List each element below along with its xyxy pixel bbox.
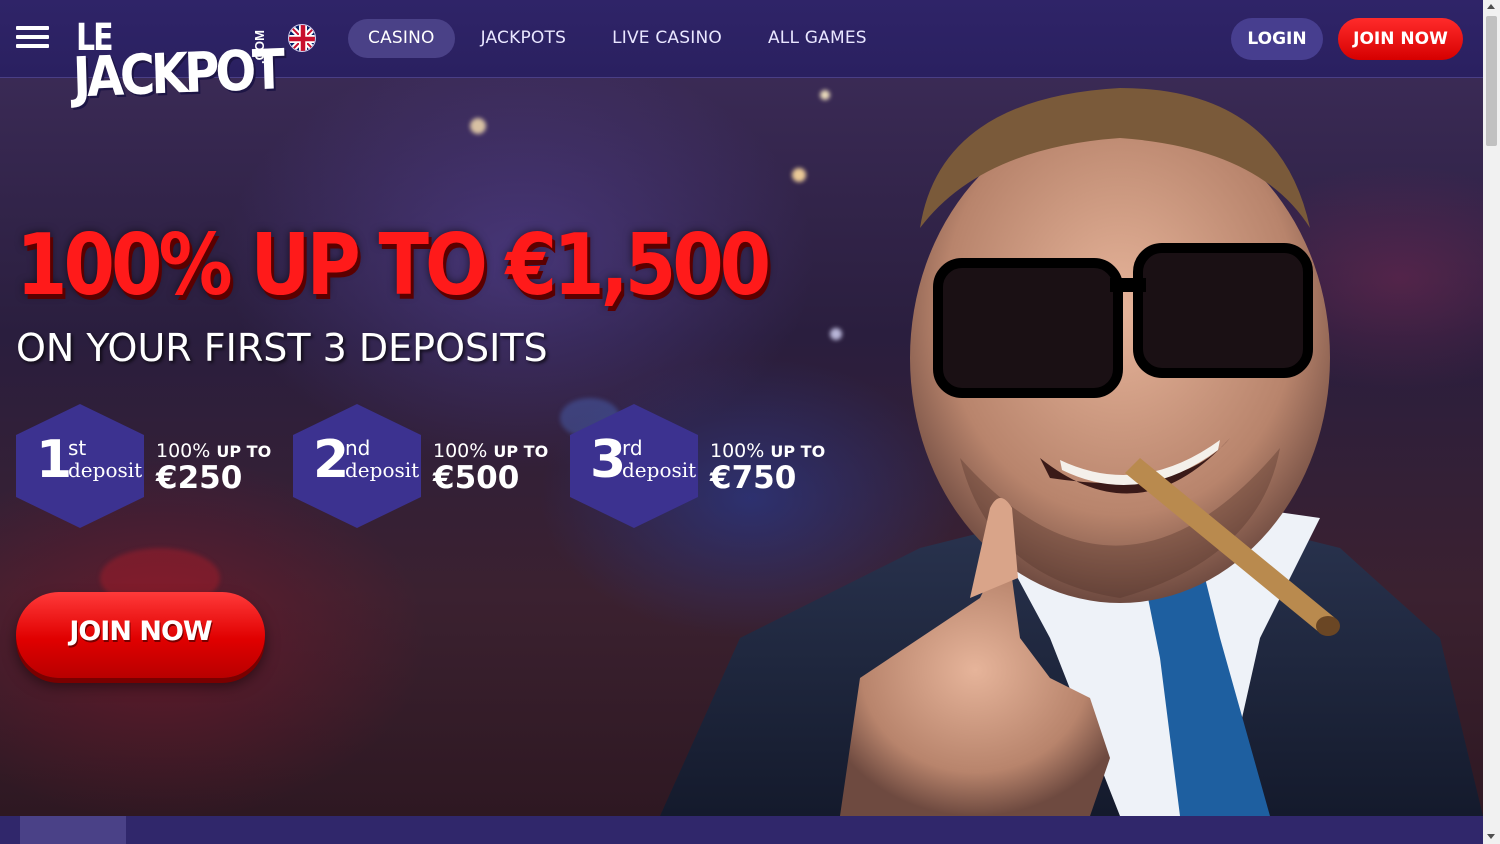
page-scrollbar[interactable] [1483, 0, 1500, 844]
login-button[interactable]: LOGIN [1231, 18, 1323, 60]
deposit-number: 3 [590, 430, 627, 490]
deposit-percent: 100% [156, 440, 211, 462]
deposit-suffix: nd [345, 436, 371, 460]
logo-line2: JACKPOT [72, 37, 282, 111]
main-nav: CASINO JACKPOTS LIVE CASINO ALL GAMES [348, 19, 893, 58]
deposit-offer-3: 3 rd deposit 100% UP TO €750 [570, 404, 840, 528]
deposit-offer-1: 1 st deposit 100% UP TO €250 [16, 404, 286, 528]
deposit-suffix: rd [622, 436, 643, 460]
deposit-upto: UP TO [770, 442, 826, 461]
nav-jackpots[interactable]: JACKPOTS [461, 19, 586, 58]
deposit-percent: 100% [433, 440, 488, 462]
deposit-label: deposit [345, 458, 420, 482]
scroll-thumb[interactable] [1486, 16, 1497, 146]
join-now-header-button[interactable]: JOIN NOW [1338, 18, 1463, 60]
deposit-percent-line: 100% UP TO [433, 440, 548, 462]
deposit-offer-2: 2 nd deposit 100% UP TO €500 [293, 404, 563, 528]
scroll-up-arrow-icon[interactable] [1487, 4, 1495, 9]
bottom-tab-active[interactable] [20, 816, 126, 844]
site-header: LE JACKPOT .COM CASINO JACKPOTS LIVE CAS… [0, 0, 1483, 110]
deposit-upto: UP TO [216, 442, 272, 461]
nav-live-casino[interactable]: LIVE CASINO [592, 19, 742, 58]
site-logo[interactable]: LE JACKPOT .COM [72, 16, 282, 110]
hero-banner: 100% UP TO €1,500 ON YOUR FIRST 3 DEPOSI… [0, 78, 1483, 816]
deposit-amount: €250 [156, 460, 243, 496]
deposit-amount: €750 [710, 460, 797, 496]
bottom-nav-strip [0, 816, 1483, 844]
deposit-number: 2 [313, 430, 350, 490]
join-now-hero-button[interactable]: JOIN NOW [16, 592, 265, 678]
deposit-label: deposit [68, 458, 143, 482]
deposit-amount: €500 [433, 460, 520, 496]
hero-subtitle: ON YOUR FIRST 3 DEPOSITS [16, 326, 548, 370]
logo-suffix: .COM [252, 30, 267, 64]
hero-title: 100% UP TO €1,500 [16, 216, 771, 315]
deposit-suffix: st [68, 436, 87, 460]
hamburger-icon[interactable] [16, 26, 49, 48]
nav-casino[interactable]: CASINO [348, 19, 455, 58]
bokeh-light [470, 118, 486, 134]
deposit-percent-line: 100% UP TO [710, 440, 825, 462]
deposit-label: deposit [622, 458, 697, 482]
uk-flag-icon[interactable] [288, 24, 316, 52]
nav-all-games[interactable]: ALL GAMES [748, 19, 887, 58]
scroll-down-arrow-icon[interactable] [1487, 834, 1495, 839]
deposit-percent-line: 100% UP TO [156, 440, 271, 462]
deposit-upto: UP TO [493, 442, 549, 461]
deposit-percent: 100% [710, 440, 765, 462]
deposit-number: 1 [36, 430, 73, 490]
